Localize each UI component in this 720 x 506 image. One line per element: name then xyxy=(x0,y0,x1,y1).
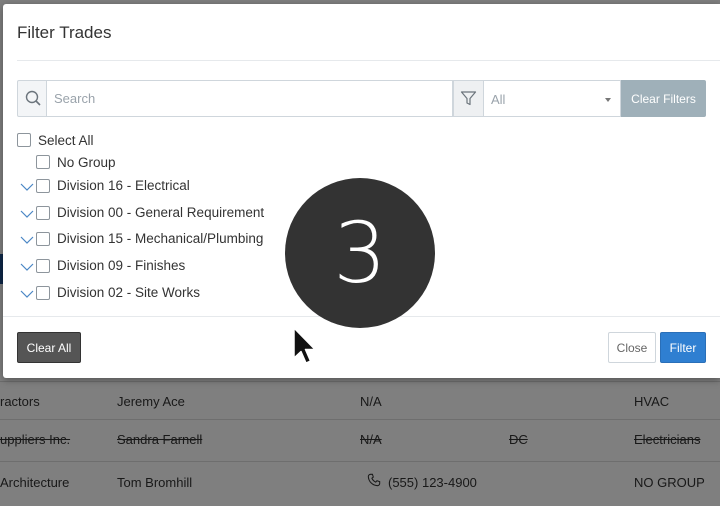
funnel-icon xyxy=(453,80,484,117)
modal-title: Filter Trades xyxy=(17,23,112,42)
mouse-cursor-icon xyxy=(293,327,317,370)
chevron-down-icon[interactable] xyxy=(20,233,34,248)
clear-filters-button[interactable]: Clear Filters xyxy=(621,80,706,117)
tree-item-checkbox[interactable] xyxy=(36,206,50,220)
close-button[interactable]: Close xyxy=(608,332,656,363)
tree-item-label: Division 00 - General Requirement xyxy=(57,205,265,220)
tree-item-label: Division 16 - Electrical xyxy=(57,178,190,193)
tree-item[interactable]: No Group xyxy=(36,154,116,174)
tree-item-checkbox[interactable] xyxy=(36,259,50,273)
search-icon xyxy=(17,80,47,117)
clear-all-button[interactable]: Clear All xyxy=(17,332,81,363)
chevron-down-icon[interactable] xyxy=(20,287,34,302)
search-input[interactable] xyxy=(47,80,453,117)
header-divider xyxy=(17,60,720,61)
tree-item-label: Division 09 - Finishes xyxy=(57,258,186,273)
filter-button[interactable]: Filter xyxy=(660,332,706,363)
tree-item-label: Division 02 - Site Works xyxy=(57,285,201,300)
select-all-label: Select All xyxy=(38,133,94,148)
tree-item-checkbox[interactable] xyxy=(36,232,50,246)
caret-down-icon xyxy=(605,98,611,102)
select-all-row[interactable]: Select All xyxy=(17,132,94,152)
tree-item-label: No Group xyxy=(57,155,116,170)
search-toolbar: All Clear Filters xyxy=(17,80,706,118)
group-select-value: All xyxy=(491,92,506,107)
group-select[interactable]: All xyxy=(484,80,621,117)
chevron-down-icon[interactable] xyxy=(20,180,34,195)
chevron-down-icon[interactable] xyxy=(20,207,34,222)
tree-item-checkbox[interactable] xyxy=(36,179,50,193)
step-number-badge: 3 xyxy=(285,178,435,328)
select-all-checkbox[interactable] xyxy=(17,133,31,148)
tree-item-checkbox[interactable] xyxy=(36,155,50,170)
tree-item-label: Division 15 - Mechanical/Plumbing xyxy=(57,231,264,246)
tree-item-checkbox[interactable] xyxy=(36,286,50,300)
chevron-down-icon[interactable] xyxy=(20,260,34,275)
